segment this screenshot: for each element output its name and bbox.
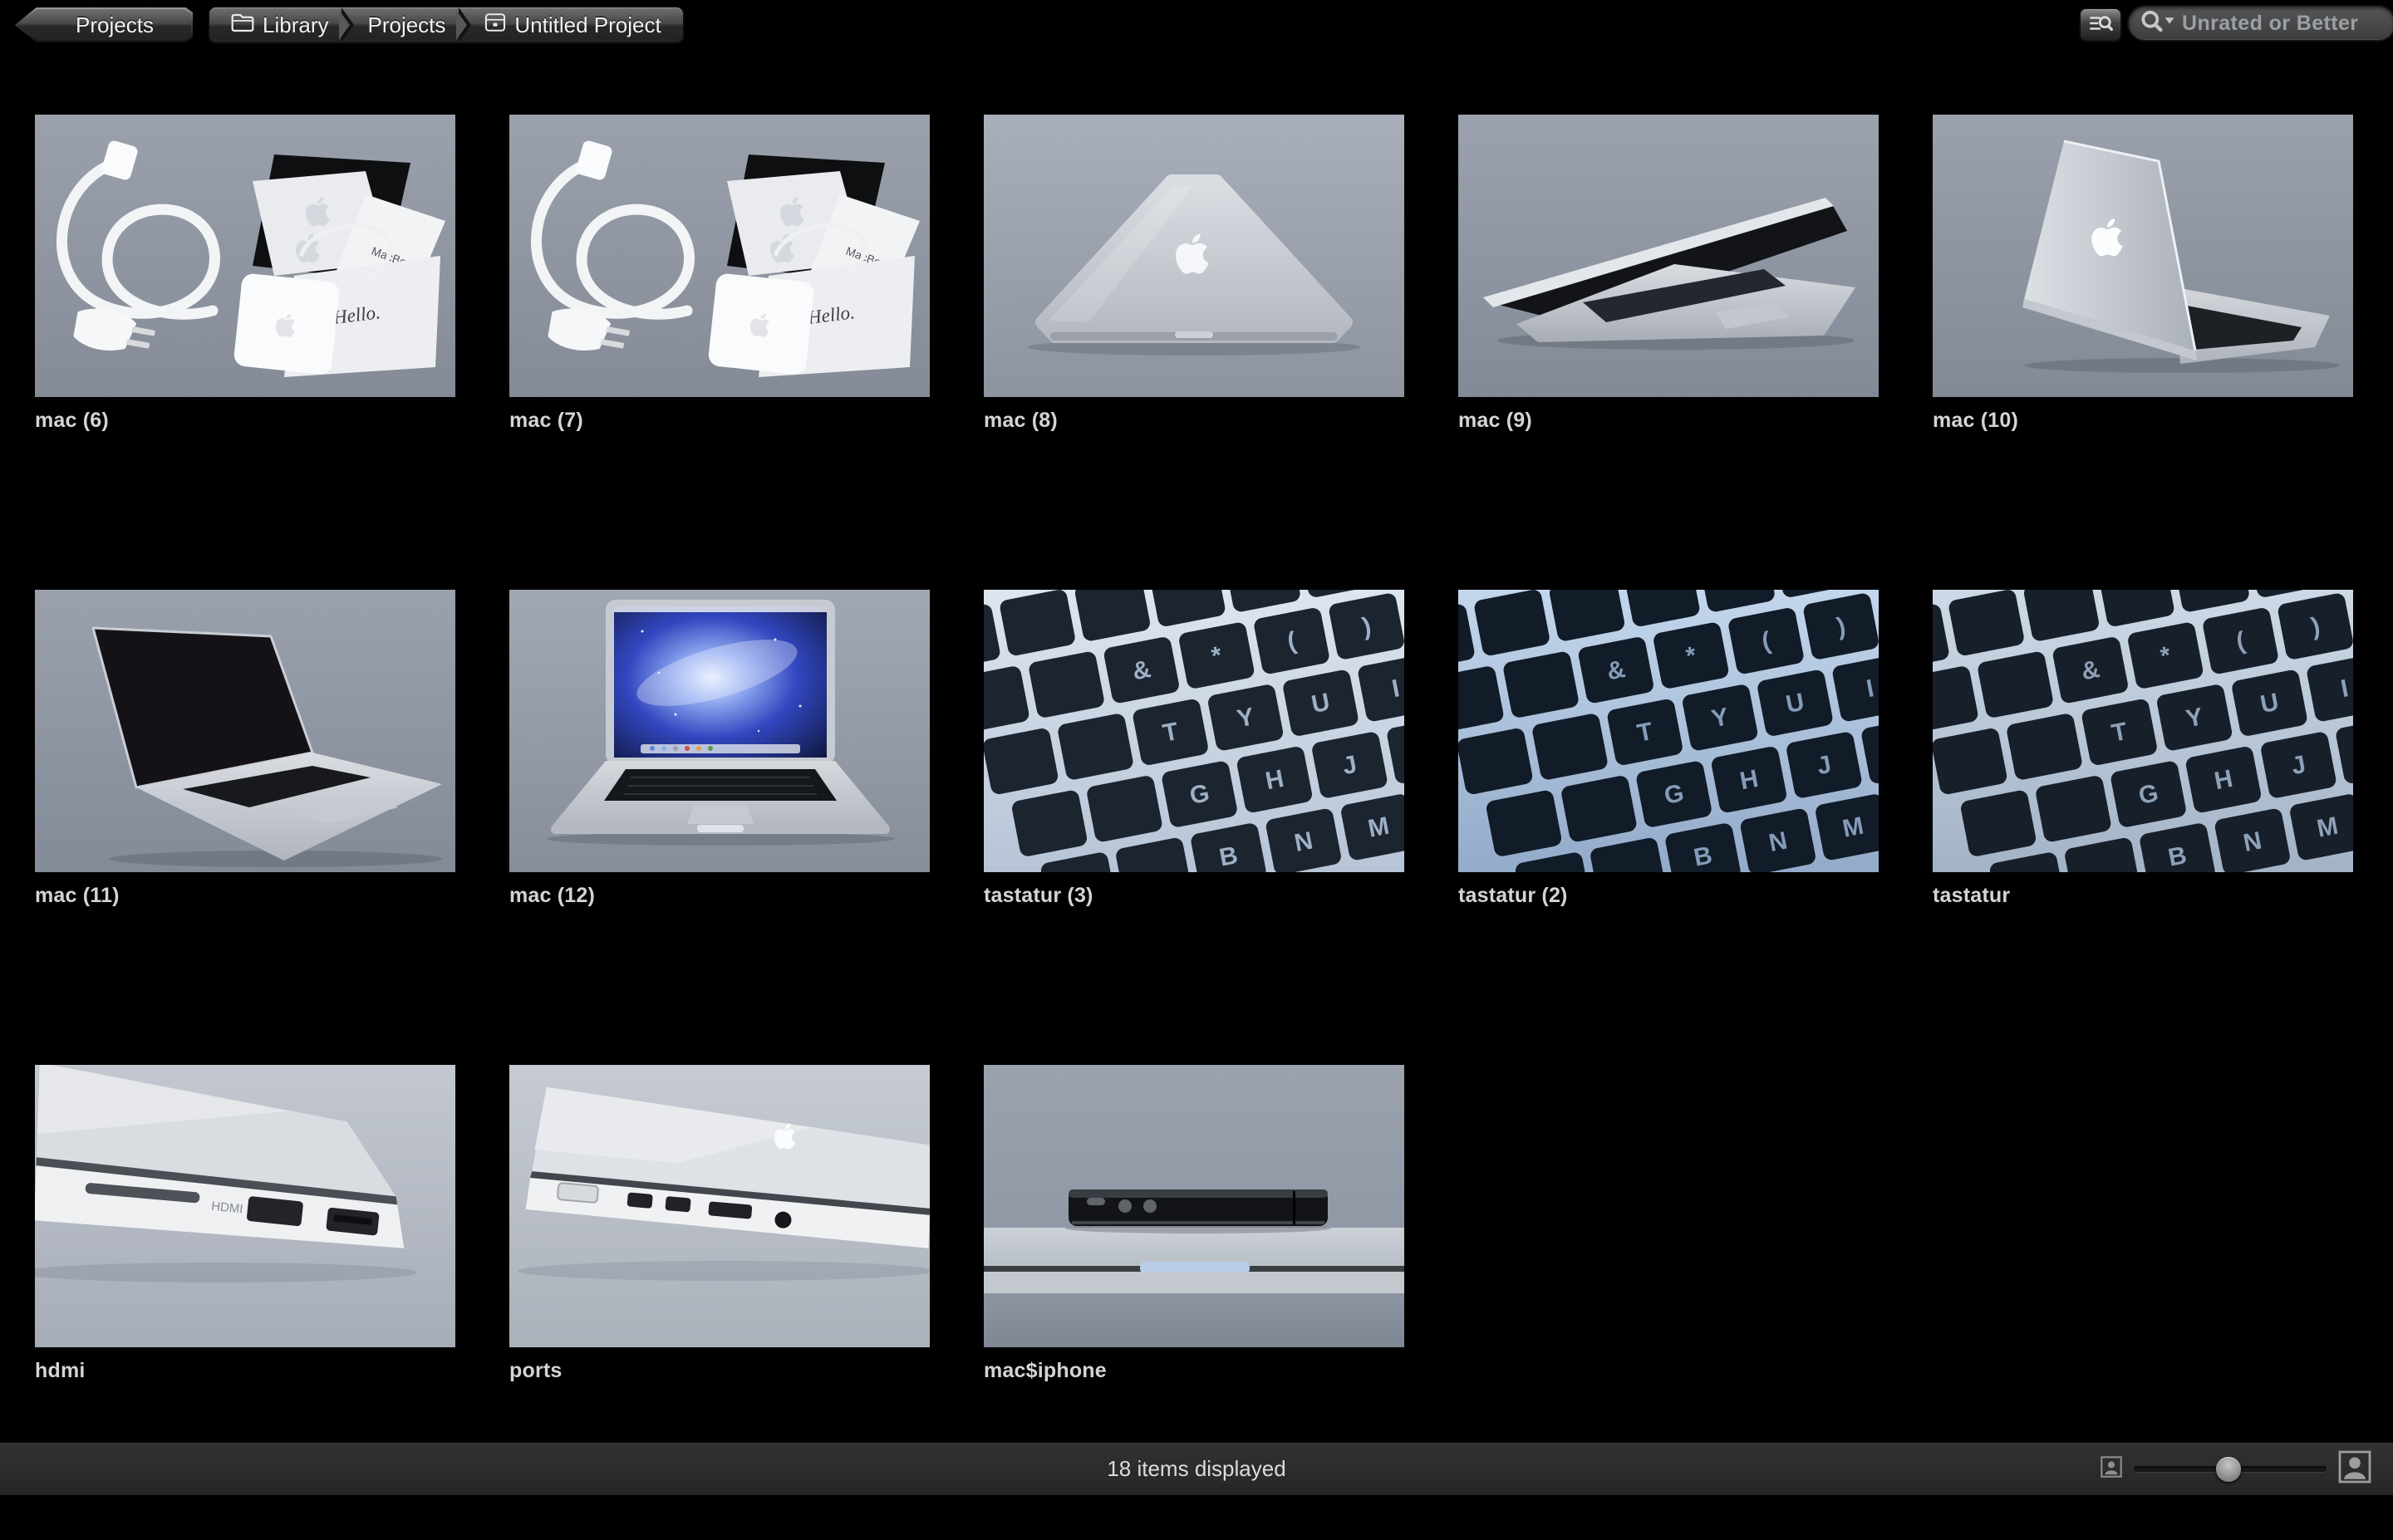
photo-thumbnail: &*()-=TYUIOPGHJKL;BNM<>? [984,590,1404,872]
photo-thumbnail [1458,115,1879,397]
breadcrumb-label: Projects [367,12,445,38]
back-button-label: Projects [15,7,193,42]
photo-label: mac (12) [509,884,930,908]
status-bar: 18 items displayed [0,1442,2393,1495]
photo-cell[interactable]: mac (11) [35,590,455,1065]
breadcrumb-separator [342,7,354,42]
items-displayed-status: 18 items displayed [0,1443,2393,1495]
photo-cell[interactable]: mac (9) [1458,115,1879,590]
search-list-icon [2087,12,2114,38]
photo-cell[interactable]: MacBook ProHello. mac (7) [509,115,930,590]
photo-cell[interactable]: &*()-=TYUIOPGHJKL;BNM<>? tastatur [1933,590,2353,1065]
breadcrumb[interactable]: Library Projects Untitled Project [209,7,683,42]
photo-thumbnail: MacBook ProHello. [35,115,455,397]
photo-thumbnail: HDMI [35,1065,455,1347]
search-list-button[interactable] [2081,9,2120,41]
photo-cell[interactable]: &*()-=TYUIOPGHJKL;BNM<>? tastatur (3) [984,590,1404,1065]
search-placeholder: Unrated or Better [2182,12,2358,36]
photo-cell[interactable]: mac (10) [1933,115,2353,590]
large-photo-icon [2338,1450,2371,1488]
photo-label: mac (6) [35,409,455,433]
photo-thumbnail: MacBook ProHello. [509,115,930,397]
folder-icon [231,12,254,38]
magnifier-caret-icon [2139,9,2175,38]
breadcrumb-label: Untitled Project [514,12,661,38]
photo-thumbnail [35,590,455,872]
photo-label: hdmi [35,1359,455,1383]
top-toolbar: Projects Library Projects Untitled Project… [0,0,2393,50]
photo-thumbnail [509,1065,930,1347]
thumbnail-size-slider[interactable] [2134,1466,2327,1472]
project-icon [484,12,506,38]
photo-thumbnail [984,115,1404,397]
breadcrumb-separator [459,7,471,42]
photo-label: tastatur [1933,884,2353,908]
aperture-fullscreen-browser: { "toolbar": { "back_button_label": "Pro… [0,0,2393,1495]
thumbnail-size-control [2101,1443,2371,1495]
photo-thumbnail [1933,115,2353,397]
photo-thumbnail: &*()-=TYUIOPGHJKL;BNM<>? [1933,590,2353,872]
photo-thumbnail [509,590,930,872]
photo-thumbnail [984,1065,1404,1347]
breadcrumb-label: Library [263,12,328,38]
small-photo-icon [2101,1456,2122,1482]
photo-cell[interactable]: mac (12) [509,590,930,1065]
photo-label: mac (9) [1458,409,1879,433]
photo-label: tastatur (3) [984,884,1404,908]
photo-cell[interactable]: mac (8) [984,115,1404,590]
breadcrumb-item[interactable]: Untitled Project [471,7,674,42]
photo-cell[interactable]: &*()-=TYUIOPGHJKL;BNM<>? tastatur (2) [1458,590,1879,1065]
photo-label: mac (7) [509,409,930,433]
photo-grid: MacBook ProHello. mac (6) MacBook ProHel… [0,50,2393,1443]
photo-label: mac$iphone [984,1359,1404,1383]
photo-thumbnail: &*()-=TYUIOPGHJKL;BNM<>? [1458,590,1879,872]
photo-cell[interactable]: MacBook ProHello. mac (6) [35,115,455,590]
breadcrumb-item[interactable]: Projects [354,7,459,42]
photo-label: mac (11) [35,884,455,908]
slider-knob[interactable] [2216,1457,2241,1482]
breadcrumb-item[interactable]: Library [218,7,342,42]
back-to-projects-button[interactable]: Projects [15,7,193,42]
photo-label: ports [509,1359,930,1383]
photo-label: mac (8) [984,409,1404,433]
photo-label: tastatur (2) [1458,884,1879,908]
search-input[interactable]: Unrated or Better [2129,7,2393,40]
photo-label: mac (10) [1933,409,2353,433]
